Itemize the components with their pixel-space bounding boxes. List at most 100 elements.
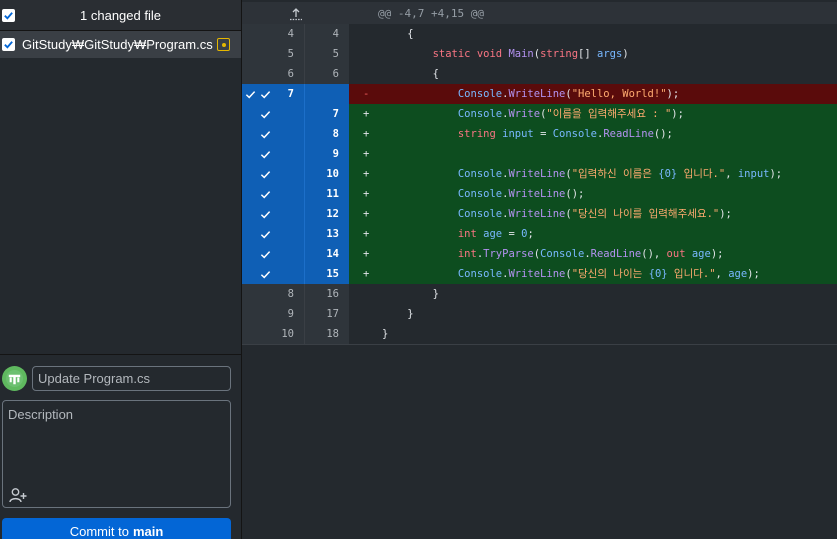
diff-line-added[interactable]: 14 + int.TryParse(Console.ReadLine(), out… bbox=[242, 244, 837, 264]
line-selected-check-icon[interactable] bbox=[260, 149, 271, 160]
hunk-header: @@ -4,7 +4,15 @@ bbox=[242, 2, 837, 25]
new-line-number: 13 bbox=[304, 224, 349, 244]
diff-line-added[interactable]: 7 + Console.Write("이름을 입력해주세요 : "); bbox=[242, 104, 837, 124]
line-selected-check-icon[interactable] bbox=[242, 164, 258, 184]
file-path: GitStudy₩GitStudy₩Program.cs bbox=[22, 37, 213, 52]
diff-line-context: 44 { bbox=[242, 24, 837, 44]
diff-lines: 44 {5 5 static void Main(string[] args) 6 6… bbox=[242, 24, 837, 344]
line-selected-check-icon[interactable] bbox=[260, 189, 271, 200]
line-selected-check-icon[interactable] bbox=[242, 204, 258, 224]
code-line: + Console.WriteLine(); bbox=[349, 184, 837, 204]
add-coauthor-icon[interactable] bbox=[9, 487, 27, 503]
diff-line-added[interactable]: 15 + Console.WriteLine("당신의 나이는 {0} 입니다."… bbox=[242, 264, 837, 284]
line-gutter[interactable]: 15 bbox=[242, 264, 349, 284]
code-text: { bbox=[407, 28, 414, 40]
diff-line-added[interactable]: 9 + bbox=[242, 144, 837, 164]
new-line-number: 9 bbox=[304, 144, 349, 164]
diff-view: @@ -4,7 +4,15 @@ 44 {5 5 static void Main… bbox=[242, 0, 837, 539]
code-line: + Console.WriteLine("당신의 나이는 {0} 입니다.", … bbox=[349, 264, 837, 284]
line-selected-check-icon bbox=[242, 44, 258, 64]
code-line: + Console.Write("이름을 입력해주세요 : "); bbox=[349, 104, 837, 124]
line-gutter: 9 17 bbox=[242, 304, 349, 324]
line-selected-check-icon[interactable] bbox=[242, 244, 258, 264]
new-line-number: 16 bbox=[304, 284, 349, 304]
new-line-number: 6 bbox=[304, 64, 349, 84]
line-gutter[interactable]: 13 bbox=[242, 224, 349, 244]
user-avatar bbox=[2, 366, 27, 391]
code-text: Console.WriteLine("입력하신 이름은 {0} 입니다.", i… bbox=[457, 168, 783, 180]
line-selected-check-icon[interactable] bbox=[242, 184, 258, 204]
diff-sign: + bbox=[363, 268, 370, 280]
line-gutter[interactable]: 11 bbox=[242, 184, 349, 204]
changed-file-item[interactable]: GitStudy₩GitStudy₩Program.cs bbox=[0, 31, 241, 58]
commit-button[interactable]: Commit to main bbox=[2, 518, 231, 539]
line-selected-check-icon[interactable] bbox=[242, 264, 258, 284]
line-selected-check-icon[interactable] bbox=[260, 129, 271, 140]
new-line-number: 10 bbox=[304, 164, 349, 184]
code-line: } bbox=[349, 324, 837, 344]
new-line-number: 17 bbox=[304, 304, 349, 324]
line-selected-check-icon[interactable] bbox=[260, 209, 271, 220]
commit-description-input[interactable] bbox=[3, 401, 230, 481]
new-line-number: 5 bbox=[304, 44, 349, 64]
line-selected-check-icon[interactable] bbox=[242, 124, 258, 144]
line-gutter[interactable]: 14 bbox=[242, 244, 349, 264]
code-line: + Console.WriteLine("입력하신 이름은 {0} 입니다.",… bbox=[349, 164, 837, 184]
old-line-number: 6 bbox=[287, 68, 294, 80]
diff-line-added[interactable]: 11 + Console.WriteLine(); bbox=[242, 184, 837, 204]
line-selected-check-icon bbox=[242, 324, 258, 344]
line-selected-check-icon[interactable] bbox=[260, 249, 271, 260]
changed-files-count: 1 changed file bbox=[80, 7, 161, 23]
diff-line-context: 9 17 } bbox=[242, 304, 837, 324]
file-checkbox-icon[interactable] bbox=[2, 38, 15, 51]
code-text: Console.WriteLine(); bbox=[457, 188, 585, 200]
line-selected-check-icon[interactable] bbox=[260, 109, 271, 120]
diff-sign: + bbox=[363, 148, 370, 160]
line-selected-check-icon bbox=[242, 304, 258, 324]
line-gutter[interactable]: 7 bbox=[242, 84, 349, 104]
line-selected-check-icon[interactable] bbox=[260, 229, 271, 240]
line-selected-check-icon[interactable] bbox=[242, 84, 258, 104]
line-selected-check-icon[interactable] bbox=[260, 269, 271, 280]
line-selected-check-icon bbox=[242, 64, 258, 84]
new-line-number: 4 bbox=[304, 24, 349, 44]
commit-summary-input[interactable] bbox=[32, 366, 231, 391]
line-gutter[interactable]: 9 bbox=[242, 144, 349, 164]
line-gutter[interactable]: 8 bbox=[242, 124, 349, 144]
code-text: } bbox=[432, 288, 439, 300]
line-gutter[interactable]: 12 bbox=[242, 204, 349, 224]
expand-up-icon[interactable] bbox=[242, 2, 349, 25]
line-selected-check-icon[interactable] bbox=[242, 224, 258, 244]
new-line-number: 15 bbox=[304, 264, 349, 284]
old-line-number bbox=[258, 164, 304, 184]
line-selected-check-icon[interactable] bbox=[242, 144, 258, 164]
diff-line-added[interactable]: 12 + Console.WriteLine("당신의 나이를 입력해주세요.")… bbox=[242, 204, 837, 224]
diff-sign: + bbox=[363, 188, 370, 200]
old-line-number: 4 bbox=[287, 28, 294, 40]
hunk-range: @@ -4,7 +4,15 @@ bbox=[378, 7, 484, 20]
commit-branch-name: main bbox=[132, 523, 164, 539]
diff-line-added[interactable]: 10 + Console.WriteLine("입력하신 이름은 {0} 입니다.… bbox=[242, 164, 837, 184]
line-selected-check-icon[interactable] bbox=[242, 104, 258, 124]
diff-line-added[interactable]: 8 + string input = Console.ReadLine(); bbox=[242, 124, 837, 144]
changes-header: 1 changed file bbox=[0, 0, 241, 31]
line-selected-check-icon[interactable] bbox=[260, 89, 271, 100]
code-text: Console.WriteLine("당신의 나이는 {0} 입니다.", ag… bbox=[457, 268, 760, 280]
line-gutter[interactable]: 7 bbox=[242, 104, 349, 124]
old-line-number bbox=[258, 124, 304, 144]
line-gutter[interactable]: 10 bbox=[242, 164, 349, 184]
code-text: int.TryParse(Console.ReadLine(), out age… bbox=[457, 248, 724, 260]
line-selected-check-icon[interactable] bbox=[260, 169, 271, 180]
old-line-number bbox=[258, 244, 304, 264]
code-line: + bbox=[349, 144, 837, 164]
diff-line-deleted[interactable]: 7 - Console.WriteLine("Hello, World!"); bbox=[242, 84, 837, 104]
new-line-number: 12 bbox=[304, 204, 349, 224]
old-line-number-text: 7 bbox=[287, 88, 294, 100]
select-all-checkbox-icon[interactable] bbox=[2, 9, 15, 22]
diff-end-divider bbox=[242, 344, 837, 345]
old-line-number: 8 bbox=[287, 288, 294, 300]
line-gutter: 66 bbox=[242, 64, 349, 84]
diff-line-added[interactable]: 13 + int age = 0; bbox=[242, 224, 837, 244]
code-text: static void Main(string[] args) bbox=[432, 48, 629, 60]
code-line: + Console.WriteLine("당신의 나이를 입력해주세요."); bbox=[349, 204, 837, 224]
